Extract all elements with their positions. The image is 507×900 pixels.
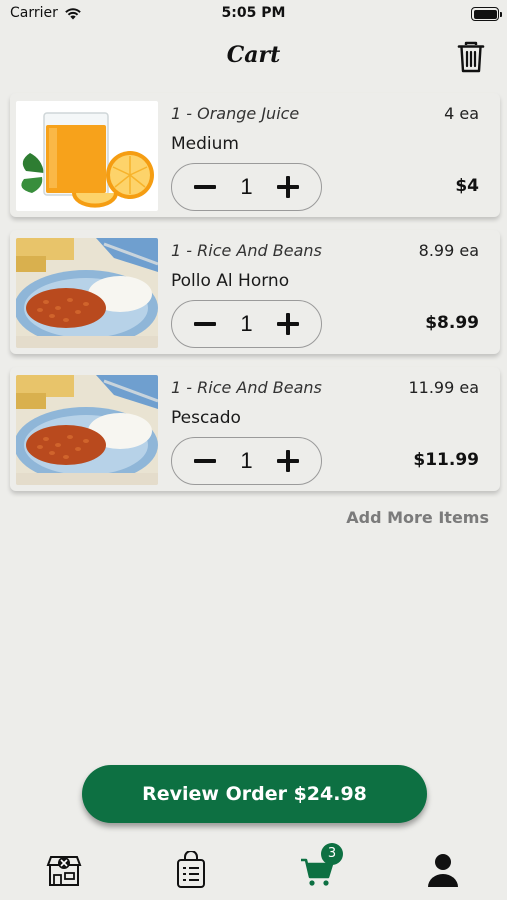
item-unit-price: 8.99 ea — [418, 241, 479, 260]
item-unit-price: 4 ea — [444, 104, 479, 123]
item-option: Medium — [171, 134, 239, 154]
cart-count-badge: 3 — [321, 843, 343, 865]
cart-list: 1 - Orange Juice 4 ea Medium 1 $4 1 - Ri… — [10, 93, 500, 504]
decrease-quantity-button[interactable] — [192, 448, 218, 474]
rice-and-beans-image — [16, 375, 158, 485]
clear-cart-button[interactable] — [455, 40, 487, 74]
quantity-stepper: 1 — [171, 163, 322, 211]
increase-quantity-button[interactable] — [275, 448, 301, 474]
review-order-button[interactable]: Review Order $24.98 — [82, 765, 427, 823]
quantity-value: 1 — [240, 174, 253, 199]
decrease-quantity-button[interactable] — [192, 311, 218, 337]
quantity-value: 1 — [240, 448, 253, 473]
cart-item[interactable]: 1 - Rice And Beans 11.99 ea Pescado 1 $1… — [10, 367, 500, 491]
item-unit-price: 11.99 ea — [408, 378, 479, 397]
cart-item[interactable]: 1 - Orange Juice 4 ea Medium 1 $4 — [10, 93, 500, 217]
clipboard-bag-icon — [177, 850, 205, 888]
item-title: 1 - Orange Juice — [171, 104, 300, 123]
status-time: 5:05 PM — [221, 5, 286, 21]
orange-juice-image — [16, 101, 158, 211]
tab-orders[interactable] — [172, 850, 212, 891]
item-title: 1 - Rice And Beans — [171, 378, 322, 397]
tab-restaurant[interactable] — [45, 851, 85, 891]
status-bar: Carrier 5:05 PM — [0, 0, 507, 30]
quantity-value: 1 — [240, 311, 253, 336]
tab-profile[interactable] — [424, 851, 464, 891]
battery-icon — [471, 7, 502, 21]
increase-quantity-button[interactable] — [275, 311, 301, 337]
store-icon — [46, 856, 82, 886]
trash-icon — [457, 41, 485, 73]
cart-item[interactable]: 1 - Rice And Beans 8.99 ea Pollo Al Horn… — [10, 230, 500, 354]
item-total: $8.99 — [425, 313, 479, 333]
rice-and-beans-image — [16, 238, 158, 348]
item-title: 1 - Rice And Beans — [171, 241, 322, 260]
tab-bar — [0, 845, 507, 900]
header: Cart — [0, 36, 507, 76]
item-option: Pescado — [171, 408, 241, 428]
page-title: Cart — [226, 42, 281, 68]
add-more-items-link[interactable]: Add More Items — [346, 508, 489, 527]
increase-quantity-button[interactable] — [275, 174, 301, 200]
quantity-stepper: 1 — [171, 437, 322, 485]
decrease-quantity-button[interactable] — [192, 174, 218, 200]
item-total: $11.99 — [413, 450, 479, 470]
user-icon — [428, 854, 458, 887]
item-total: $4 — [455, 176, 479, 196]
item-option: Pollo Al Horno — [171, 271, 290, 291]
quantity-stepper: 1 — [171, 300, 322, 348]
